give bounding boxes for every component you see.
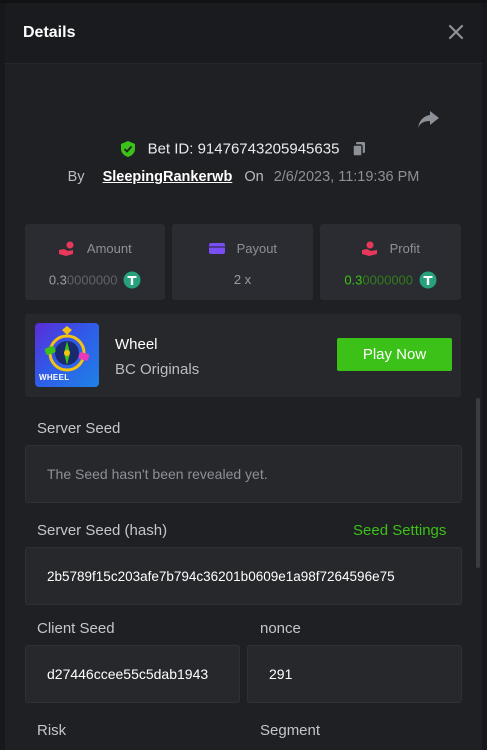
modal-title: Details xyxy=(23,24,76,41)
profit-label: Profit xyxy=(389,241,420,257)
amount-card: Amount 0.30000000 xyxy=(25,224,165,300)
tether-icon xyxy=(419,271,437,289)
game-name: Wheel xyxy=(115,336,158,353)
risk-label: Risk xyxy=(37,722,67,739)
client-seed-label: Client Seed xyxy=(37,620,115,637)
tether-icon xyxy=(123,271,141,289)
bet-id-value: 91476743205945635 xyxy=(197,140,340,158)
game-card: WHEEL Wheel BC Originals Play Now xyxy=(25,314,461,397)
game-thumbnail[interactable]: WHEEL xyxy=(35,323,99,387)
payout-label: Payout xyxy=(236,241,278,257)
modal-header: Details xyxy=(5,3,482,64)
payout-card: Payout 2 x xyxy=(172,224,313,300)
wallet-icon xyxy=(208,243,225,255)
server-seed-hash-field[interactable]: 2b5789f15c203afe7b794c36201b0609e1a98f72… xyxy=(25,547,462,605)
client-seed-value: d27446ccee55c5dab1943 xyxy=(47,666,209,682)
seed-settings-link[interactable]: Seed Settings xyxy=(353,522,446,539)
server-seed-hash-label: Server Seed (hash) xyxy=(37,522,168,539)
server-seed-field[interactable]: The Seed hasn't been revealed yet. xyxy=(25,445,462,503)
share-icon[interactable] xyxy=(415,106,441,132)
client-seed-field[interactable]: d27446ccee55c5dab1943 xyxy=(25,645,240,703)
play-now-button[interactable]: Play Now xyxy=(337,338,452,371)
server-seed-hash-value: 2b5789f15c203afe7b794c36201b0609e1a98f72… xyxy=(47,568,395,584)
copy-icon[interactable] xyxy=(350,140,368,158)
shield-check-icon xyxy=(121,141,136,158)
close-icon[interactable] xyxy=(444,20,468,44)
bet-id-row: Bet ID: 91476743205945635 xyxy=(5,140,482,158)
on-label: On xyxy=(244,169,264,185)
profit-card: Profit 0.30000000 xyxy=(320,224,461,300)
game-provider: BC Originals xyxy=(115,361,200,378)
bet-id-label: Bet ID: xyxy=(147,140,194,158)
profit-value-tail: 0000000 xyxy=(362,272,414,288)
nonce-label: nonce xyxy=(260,620,301,637)
thumbnail-label: WHEEL xyxy=(39,373,70,382)
bet-author-row: By SleepingRankerwb On 2/6/2023, 11:19:3… xyxy=(5,169,482,185)
by-label: By xyxy=(67,169,85,185)
details-modal: Details Bet ID: 91476743205945635 By Sle… xyxy=(5,3,482,750)
nonce-field[interactable]: 291 xyxy=(247,645,462,703)
server-seed-value: The Seed hasn't been revealed yet. xyxy=(47,466,268,482)
segment-label: Segment xyxy=(260,722,321,739)
amount-label: Amount xyxy=(86,241,132,257)
scrollbar[interactable] xyxy=(476,398,480,568)
payout-value: 2 x xyxy=(233,272,252,288)
hand-coin-icon xyxy=(59,241,74,256)
server-seed-label: Server Seed xyxy=(37,420,121,437)
username-link[interactable]: SleepingRankerwb xyxy=(103,169,233,185)
nonce-value: 291 xyxy=(269,666,293,682)
amount-value-lead: 0.3 xyxy=(48,272,67,288)
bet-date: 2/6/2023, 11:19:36 PM xyxy=(273,169,420,185)
profit-hand-icon xyxy=(362,241,378,256)
amount-value-tail: 0000000 xyxy=(66,272,118,288)
profit-value-lead: 0.3 xyxy=(344,272,363,288)
